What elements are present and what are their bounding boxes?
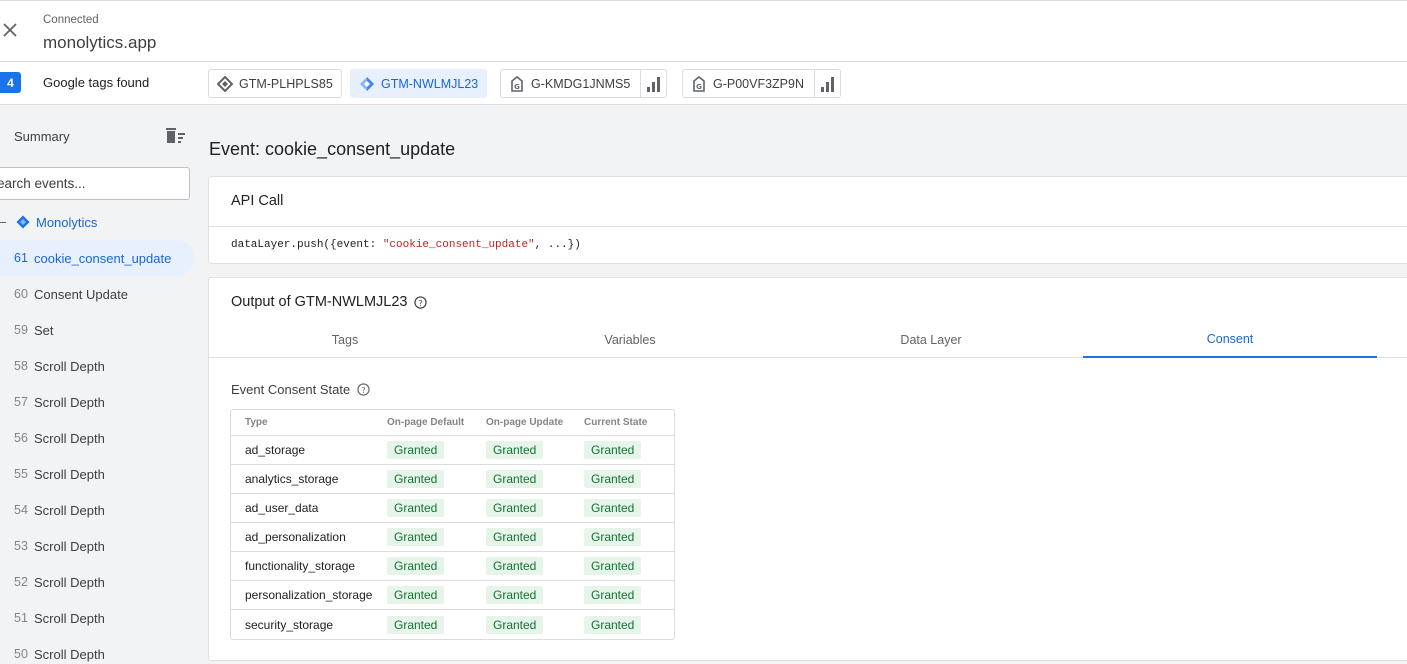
api-call-title: API Call (209, 177, 1407, 227)
column-header: On-page Default (381, 410, 480, 436)
tag-chip-g-p00vf3zp9n[interactable]: G G-P00VF3ZP9N (682, 69, 842, 98)
output-title: Output of GTM-NWLMJL23 ? (231, 294, 428, 310)
event-item[interactable]: 53 Scroll Depth (0, 528, 194, 564)
google-tag-icon: G (691, 75, 707, 92)
consent-type: ad_personalization (231, 523, 381, 552)
status-badge: Granted (387, 615, 445, 634)
tag-chip-gtm-nwlmjl23[interactable]: GTM-NWLMJL23 (350, 69, 488, 98)
table-row: analytics_storage Granted Granted Grante… (231, 465, 674, 494)
summary-link[interactable]: Summary (14, 129, 70, 144)
event-item[interactable]: 60 Consent Update (0, 276, 194, 312)
analytics-bars-icon (640, 70, 666, 97)
tag-bar: 4 Google tags found GTM-PLHPLS85 GTM-NWL… (0, 62, 1407, 105)
delete-sweep-icon (166, 128, 185, 143)
help-icon[interactable]: ? (357, 383, 370, 396)
status-badge: Granted (387, 441, 445, 459)
status-badge: Granted (584, 470, 642, 488)
status-badge: Granted (486, 441, 544, 459)
main-panel: Event: cookie_consent_update API Call da… (208, 105, 1407, 664)
container-item-monolytics[interactable]: Monolytics (0, 212, 97, 232)
event-title: Event: cookie_consent_update (209, 139, 456, 159)
table-row: functionality_storage Granted Granted Gr… (231, 552, 674, 581)
event-item[interactable]: 55 Scroll Depth (0, 456, 194, 492)
analytics-bars-icon (814, 70, 840, 97)
status-badge: Granted (486, 499, 544, 517)
api-call-card: API Call dataLayer.push({event: "cookie_… (208, 176, 1407, 264)
status-badge: Granted (584, 499, 642, 517)
status-badge: Granted (387, 470, 445, 488)
event-item[interactable]: 50 Scroll Depth (0, 636, 194, 664)
svg-text:?: ? (419, 297, 423, 307)
event-consent-state-title: Event Consent State ? (231, 382, 370, 397)
consent-type: ad_storage (231, 436, 381, 465)
search-events-input[interactable] (0, 167, 190, 200)
api-call-code: dataLayer.push({event: "cookie_consent_u… (231, 239, 581, 251)
column-header: Type (231, 410, 381, 436)
tab-consent[interactable]: Consent (1083, 322, 1377, 358)
status-badge: Granted (584, 557, 642, 575)
table-row: ad_storage Granted Granted Granted (231, 436, 674, 465)
svg-text:?: ? (362, 385, 366, 395)
consent-table: Type On-page Default On-page Update Curr… (230, 409, 675, 640)
output-card: Output of GTM-NWLMJL23 ? Tags Variables … (208, 277, 1407, 661)
consent-type: security_storage (245, 617, 334, 632)
event-item[interactable]: 57 Scroll Depth (0, 384, 194, 420)
google-tag-icon: G (509, 75, 525, 92)
event-item[interactable]: 61 cookie_consent_update (0, 240, 194, 276)
tree-connector (0, 221, 6, 223)
consent-type: ad_user_data (231, 494, 381, 523)
status-badge: Granted (387, 528, 445, 546)
status-badge: Granted (486, 615, 544, 634)
column-header: On-page Update (480, 410, 578, 436)
tab-data-layer[interactable]: Data Layer (779, 322, 1083, 358)
gtm-icon (359, 76, 375, 92)
consent-type: analytics_storage (231, 465, 381, 494)
event-item[interactable]: 56 Scroll Depth (0, 420, 194, 456)
status-badge: Granted (584, 528, 642, 546)
table-row: ad_user_data Granted Granted Granted (231, 494, 674, 523)
table-row: personalization_storage Granted Granted … (231, 581, 674, 610)
output-tabs: Tags Variables Data Layer Consent (209, 322, 1407, 358)
consent-type: personalization_storage (231, 581, 381, 610)
column-header: Current State (578, 410, 674, 436)
consent-type: functionality_storage (231, 552, 381, 581)
status-badge: Granted (486, 586, 544, 604)
top-bar: Connected monolytics.app (0, 0, 1407, 62)
status-badge: Granted (387, 586, 445, 604)
event-item[interactable]: 54 Scroll Depth (0, 492, 194, 528)
tab-variables[interactable]: Variables (481, 322, 779, 358)
gtm-icon (217, 75, 233, 92)
status-badge: Granted (486, 470, 544, 488)
status-badge: Granted (584, 615, 642, 634)
status-badge: Granted (584, 586, 642, 604)
tag-chip-g-kmdg1jnms5[interactable]: G G-KMDG1JNMS5 (500, 69, 668, 98)
status-badge: Granted (387, 499, 445, 517)
event-item[interactable]: 52 Scroll Depth (0, 564, 194, 600)
gtm-icon (16, 215, 30, 229)
table-row: ad_personalization Granted Granted Grant… (231, 523, 674, 552)
svg-text:G: G (696, 83, 702, 91)
tab-tags[interactable]: Tags (209, 322, 481, 358)
svg-text:G: G (514, 83, 520, 91)
sidebar: Summary Monolytics 61cookie_consent_upda… (0, 105, 200, 664)
close-icon (3, 23, 17, 37)
connected-host: monolytics.app (43, 33, 157, 52)
tags-found-label: Google tags found (43, 75, 150, 90)
event-item[interactable]: 51 Scroll Depth (0, 600, 194, 636)
tag-chip-gtm-plhpls85[interactable]: GTM-PLHPLS85 (208, 69, 342, 98)
connection-status: Connected (43, 14, 99, 26)
event-list: 61 cookie_consent_update 60 Consent Update… (0, 240, 194, 664)
tag-count-badge: 4 (0, 72, 21, 93)
clear-events-button[interactable] (165, 127, 187, 147)
status-badge: Granted (486, 528, 544, 546)
table-header-row: Type On-page Default On-page Update Curr… (231, 410, 674, 436)
close-button[interactable] (2, 22, 20, 42)
help-icon[interactable]: ? (414, 295, 428, 309)
event-item[interactable]: 59 Set (0, 312, 194, 348)
status-badge: Granted (486, 557, 544, 575)
event-item[interactable]: 58 Scroll Depth (0, 348, 194, 384)
status-badge: Granted (584, 441, 642, 459)
table-row: security_storage Granted Granted Granted (231, 610, 674, 639)
status-badge: Granted (387, 557, 445, 575)
